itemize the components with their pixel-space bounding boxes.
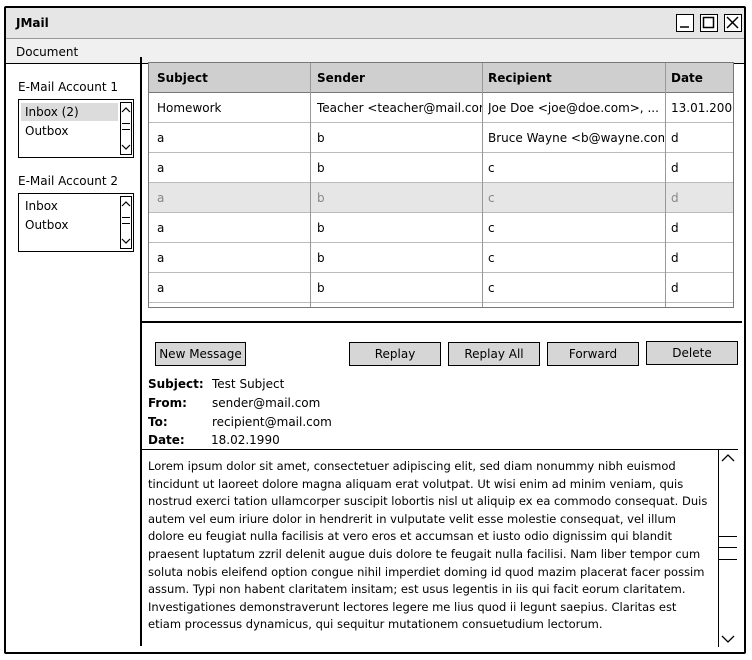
- account-2-folder-list[interactable]: Inbox Outbox: [18, 193, 134, 252]
- date-label: Date:: [148, 433, 185, 447]
- account-1-scrollbar[interactable]: [120, 102, 132, 155]
- cell-date: 13.01.2007: [671, 101, 734, 115]
- cell-date: d: [671, 281, 679, 295]
- table-row-selected[interactable]: a b c d: [149, 183, 733, 213]
- date-value: 18.02.1990: [211, 433, 280, 447]
- table-row[interactable]: a b c d: [149, 213, 733, 243]
- cell-subject: a: [157, 131, 165, 145]
- table-row[interactable]: a b c d: [149, 273, 733, 303]
- cell-subject: a: [157, 221, 165, 235]
- account-2-label: E-Mail Account 2: [18, 174, 119, 188]
- column-header-recipient[interactable]: Recipient: [488, 71, 552, 85]
- account-1-folder-list[interactable]: Inbox (2) Outbox: [18, 99, 134, 158]
- cell-subject: a: [157, 251, 165, 265]
- table-row[interactable]: a b c d: [149, 153, 733, 183]
- delete-button[interactable]: Delete: [646, 341, 738, 365]
- account-1-label: E-Mail Account 1: [18, 80, 119, 94]
- replay-button[interactable]: Replay: [349, 342, 441, 366]
- message-body-scrollbar[interactable]: [718, 450, 738, 647]
- cell-sender: b: [317, 191, 325, 205]
- chevron-down-icon[interactable]: [121, 142, 131, 152]
- table-row[interactable]: a b c d: [149, 243, 733, 273]
- cell-sender: Teacher <teacher@mail.com>: [317, 101, 482, 115]
- folder-item-outbox[interactable]: Outbox: [21, 216, 118, 234]
- subject-label: Subject:: [148, 377, 204, 391]
- folder-item-outbox[interactable]: Outbox: [21, 122, 118, 140]
- cell-date: d: [671, 221, 679, 235]
- column-header-sender[interactable]: Sender: [317, 71, 365, 85]
- maximize-button[interactable]: [700, 14, 718, 32]
- to-label: To:: [148, 415, 168, 429]
- to-value: recipient@mail.com: [212, 415, 332, 429]
- cell-subject: a: [157, 281, 165, 295]
- cell-recipient: c: [488, 221, 495, 235]
- message-table: Subject Sender Recipient Date Homework T…: [148, 62, 734, 308]
- close-icon: [726, 16, 739, 29]
- table-row[interactable]: a b Bruce Wayne <b@wayne.com> d: [149, 123, 733, 153]
- chevron-down-icon[interactable]: [719, 633, 737, 645]
- from-value: sender@mail.com: [212, 396, 321, 410]
- cell-subject: Homework: [157, 101, 222, 115]
- new-message-button[interactable]: New Message: [155, 342, 246, 366]
- close-button[interactable]: [724, 14, 742, 32]
- folder-item-inbox[interactable]: Inbox (2): [21, 103, 118, 121]
- maximize-icon: [702, 16, 715, 29]
- cell-date: d: [671, 161, 679, 175]
- minimize-icon: [680, 26, 689, 28]
- column-header-date[interactable]: Date: [671, 71, 703, 85]
- chevron-down-icon[interactable]: [121, 236, 131, 246]
- cell-recipient: Bruce Wayne <b@wayne.com>: [488, 131, 664, 145]
- cell-subject: a: [157, 191, 165, 205]
- column-header-subject[interactable]: Subject: [157, 71, 208, 85]
- cell-recipient: c: [488, 251, 495, 265]
- forward-button[interactable]: Forward: [547, 342, 639, 366]
- column-divider[interactable]: [482, 63, 483, 307]
- chevron-up-icon[interactable]: [719, 452, 737, 464]
- from-label: From:: [148, 396, 187, 410]
- message-body-pane[interactable]: Lorem ipsum dolor sit amet, consectetuer…: [142, 449, 738, 647]
- cell-sender: b: [317, 221, 325, 235]
- folder-item-inbox[interactable]: Inbox: [21, 197, 118, 215]
- cell-date: d: [671, 131, 679, 145]
- table-header: Subject Sender Recipient Date: [149, 63, 733, 93]
- app-title: JMail: [16, 16, 49, 30]
- cell-sender: b: [317, 281, 325, 295]
- cell-sender: b: [317, 131, 325, 145]
- replay-all-button[interactable]: Replay All: [448, 342, 540, 366]
- cell-sender: b: [317, 161, 325, 175]
- subject-value: Test Subject: [212, 377, 285, 391]
- cell-subject: a: [157, 161, 165, 175]
- chevron-up-icon[interactable]: [121, 105, 131, 115]
- cell-date: d: [671, 251, 679, 265]
- minimize-button[interactable]: [676, 14, 694, 32]
- menu-bar: Document: [6, 39, 744, 64]
- cell-recipient: c: [488, 281, 495, 295]
- account-2-scrollbar[interactable]: [120, 196, 132, 249]
- cell-sender: b: [317, 251, 325, 265]
- cell-recipient: Joe Doe <joe@doe.com>, ...: [488, 101, 659, 115]
- title-bar[interactable]: JMail: [6, 8, 744, 39]
- message-body-text[interactable]: Lorem ipsum dolor sit amet, consectetuer…: [148, 458, 712, 634]
- scrollbar-thumb[interactable]: [719, 536, 737, 560]
- chevron-up-icon[interactable]: [121, 199, 131, 209]
- menu-document[interactable]: Document: [16, 45, 78, 59]
- column-divider[interactable]: [665, 63, 666, 307]
- cell-recipient: c: [488, 161, 495, 175]
- table-row[interactable]: Homework Teacher <teacher@mail.com> Joe …: [149, 93, 733, 123]
- cell-recipient: c: [488, 191, 495, 205]
- pane-splitter[interactable]: [142, 321, 742, 323]
- column-divider[interactable]: [310, 63, 311, 307]
- cell-date: d: [671, 191, 679, 205]
